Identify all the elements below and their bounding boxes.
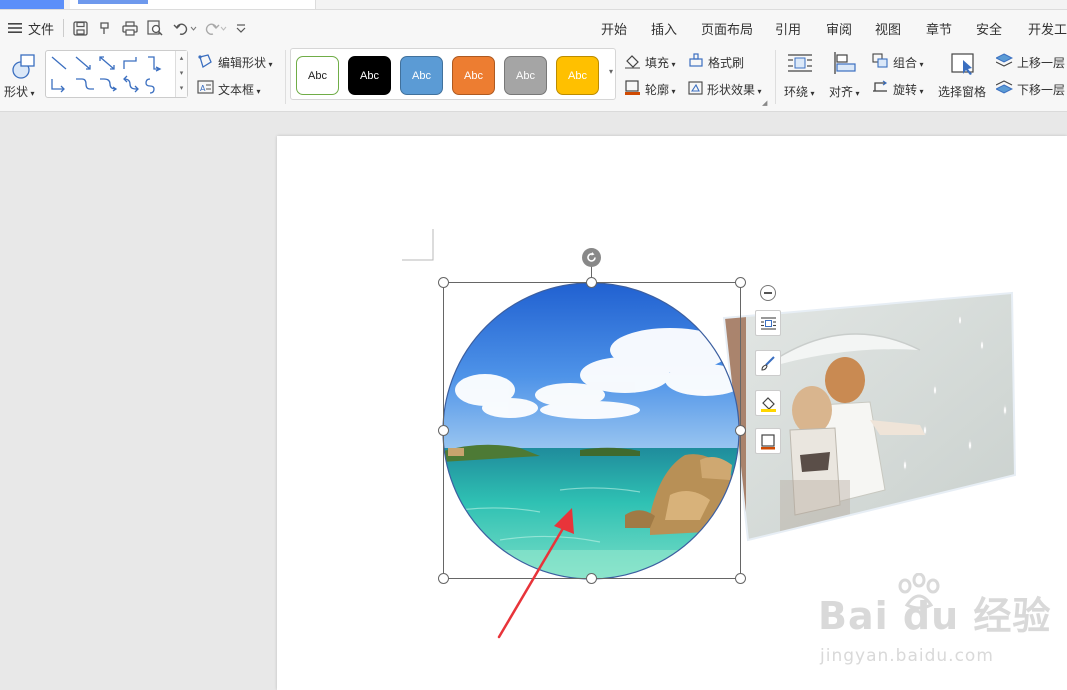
format-painter-button[interactable]: 格式刷 xyxy=(688,52,750,72)
tab-security[interactable]: 安全 xyxy=(976,19,1002,38)
outline-color-icon[interactable] xyxy=(755,428,781,454)
fill-color-icon[interactable] xyxy=(755,390,781,416)
margin-corner-mark xyxy=(402,229,434,261)
shape-style-sample-1[interactable]: Abc xyxy=(296,56,339,95)
text-box-icon: A xyxy=(197,80,214,94)
send-backward-icon xyxy=(996,80,1013,94)
tab-view[interactable]: 视图 xyxy=(875,19,901,38)
resize-handle-s[interactable] xyxy=(586,573,597,584)
tab-page-layout[interactable]: 页面布局 xyxy=(701,19,753,38)
document-tab-title xyxy=(78,0,148,4)
group-label: 组合 xyxy=(893,56,918,70)
tab-document[interactable] xyxy=(70,0,316,9)
align-icon xyxy=(834,52,856,74)
bring-forward-button[interactable]: 上移一层 xyxy=(996,52,1067,72)
shape-style-sample-4[interactable]: Abc xyxy=(452,56,495,95)
shape-style-sample-6[interactable]: Abc xyxy=(556,56,599,95)
print-preview-icon[interactable] xyxy=(145,18,165,38)
bring-forward-label: 上移一层 xyxy=(1017,56,1066,70)
selection-pane-label: 选择窗格 xyxy=(938,85,987,99)
text-box-button[interactable]: A 文本框 ▾ xyxy=(197,78,269,98)
tab-insert[interactable]: 插入 xyxy=(651,19,677,38)
file-menu[interactable]: 文件 xyxy=(28,19,54,38)
resize-handle-se[interactable] xyxy=(735,573,746,584)
fill-button[interactable]: 填充 ▾ xyxy=(624,52,684,72)
tab-developer-tools[interactable]: 开发工具 xyxy=(1028,19,1067,38)
ribbon-toolbar: 形状 ▾ ▴ ▾ ▾ 编辑形状 ▾ A 文本框 ▾ Abc Abc Abc Ab… xyxy=(0,46,1067,112)
tab-start[interactable]: 开始 xyxy=(601,19,627,38)
red-arrow-annotation xyxy=(497,508,574,639)
text-box-label: 文本框 xyxy=(218,83,255,97)
rotate-button[interactable]: 旋转 ▾ xyxy=(872,79,932,99)
resize-handle-sw[interactable] xyxy=(438,573,449,584)
save-icon[interactable] xyxy=(70,18,90,38)
send-backward-button[interactable]: 下移一层 xyxy=(996,79,1067,99)
align-button[interactable]: 对齐 ▾ xyxy=(826,50,866,102)
rotate-label: 旋转 xyxy=(893,83,918,97)
style-gallery-more-icon[interactable]: ▾ xyxy=(609,67,613,76)
shapes-button[interactable]: 形状 ▾ xyxy=(4,50,42,100)
customize-quick-access-icon[interactable] xyxy=(231,18,251,38)
edit-shape-label: 编辑形状 xyxy=(218,56,267,70)
rotate-handle-icon[interactable] xyxy=(582,248,601,267)
resize-handle-n[interactable] xyxy=(586,277,597,288)
outline-icon xyxy=(625,80,640,95)
undo-icon[interactable] xyxy=(172,18,198,38)
send-backward-label: 下移一层 xyxy=(1017,83,1066,97)
rotate-icon xyxy=(873,80,888,92)
format-painter-quick-icon[interactable] xyxy=(95,18,115,38)
selection-pane-button[interactable]: 选择窗格 xyxy=(938,50,990,102)
wrap-label: 环绕 xyxy=(784,85,809,99)
gallery-scroll[interactable]: ▴ ▾ ▾ xyxy=(175,51,187,97)
collapse-toolbar-icon[interactable] xyxy=(760,285,776,301)
selection-pane-icon xyxy=(951,53,974,75)
shape-effects-icon xyxy=(688,81,703,95)
tab-review[interactable]: 审阅 xyxy=(826,19,852,38)
fill-bucket-icon xyxy=(625,55,640,69)
shape-style-gallery: Abc Abc Abc Abc Abc Abc ▾ xyxy=(290,48,616,100)
shape-effects-label: 形状效果 xyxy=(707,83,756,97)
group-button[interactable]: 组合 ▾ xyxy=(872,52,932,72)
tab-home[interactable] xyxy=(0,0,64,9)
shape-style-sample-3[interactable]: Abc xyxy=(400,56,443,95)
align-label: 对齐 xyxy=(829,85,854,99)
wrap-button[interactable]: 环绕 ▾ xyxy=(782,50,820,102)
shape-style-sample-5[interactable]: Abc xyxy=(504,56,547,95)
print-icon[interactable] xyxy=(120,18,140,38)
shape-line-gallery[interactable]: ▴ ▾ ▾ xyxy=(45,50,188,98)
resize-handle-ne[interactable] xyxy=(735,277,746,288)
resize-handle-e[interactable] xyxy=(735,425,746,436)
shapes-label: 形状 ▾ xyxy=(4,85,35,99)
wrap-text-icon xyxy=(788,54,812,72)
group-icon xyxy=(872,53,888,68)
paw-logo-icon xyxy=(898,573,940,610)
layout-options-icon[interactable] xyxy=(755,310,781,336)
resize-handle-nw[interactable] xyxy=(438,277,449,288)
edit-shape-icon xyxy=(198,54,212,69)
outline-button[interactable]: 轮廓 ▾ xyxy=(624,79,684,99)
format-painter-label: 格式刷 xyxy=(708,56,745,70)
connector-shapes-icon xyxy=(51,56,162,94)
shapes-icon xyxy=(12,54,35,79)
svg-text:A: A xyxy=(200,84,206,93)
shape-effects-button[interactable]: 形状效果 ▾ xyxy=(688,79,768,99)
bring-forward-icon xyxy=(996,53,1013,67)
shape-style-sample-2[interactable]: Abc xyxy=(348,56,391,95)
hamburger-menu-icon[interactable] xyxy=(6,18,24,38)
dialog-launcher-icon[interactable]: ◢ xyxy=(762,99,767,107)
tab-chapter[interactable]: 章节 xyxy=(926,19,952,38)
outline-label: 轮廓 xyxy=(645,83,670,97)
watermark-url: jingyan.baidu.com xyxy=(820,646,994,666)
menu-bar: 文件 开始 插入 页面布局 引用 审阅 视图 章节 安全 开发工具 xyxy=(0,10,1067,46)
edit-shape-button[interactable]: 编辑形状 ▾ xyxy=(197,52,281,72)
style-brush-icon[interactable] xyxy=(755,350,781,376)
selection-frame[interactable] xyxy=(443,282,741,579)
window-tab-strip xyxy=(0,0,1067,10)
redo-icon[interactable] xyxy=(204,18,228,38)
tab-references[interactable]: 引用 xyxy=(775,19,801,38)
format-painter-icon xyxy=(689,53,703,67)
resize-handle-w[interactable] xyxy=(438,425,449,436)
fill-label: 填充 xyxy=(645,56,670,70)
